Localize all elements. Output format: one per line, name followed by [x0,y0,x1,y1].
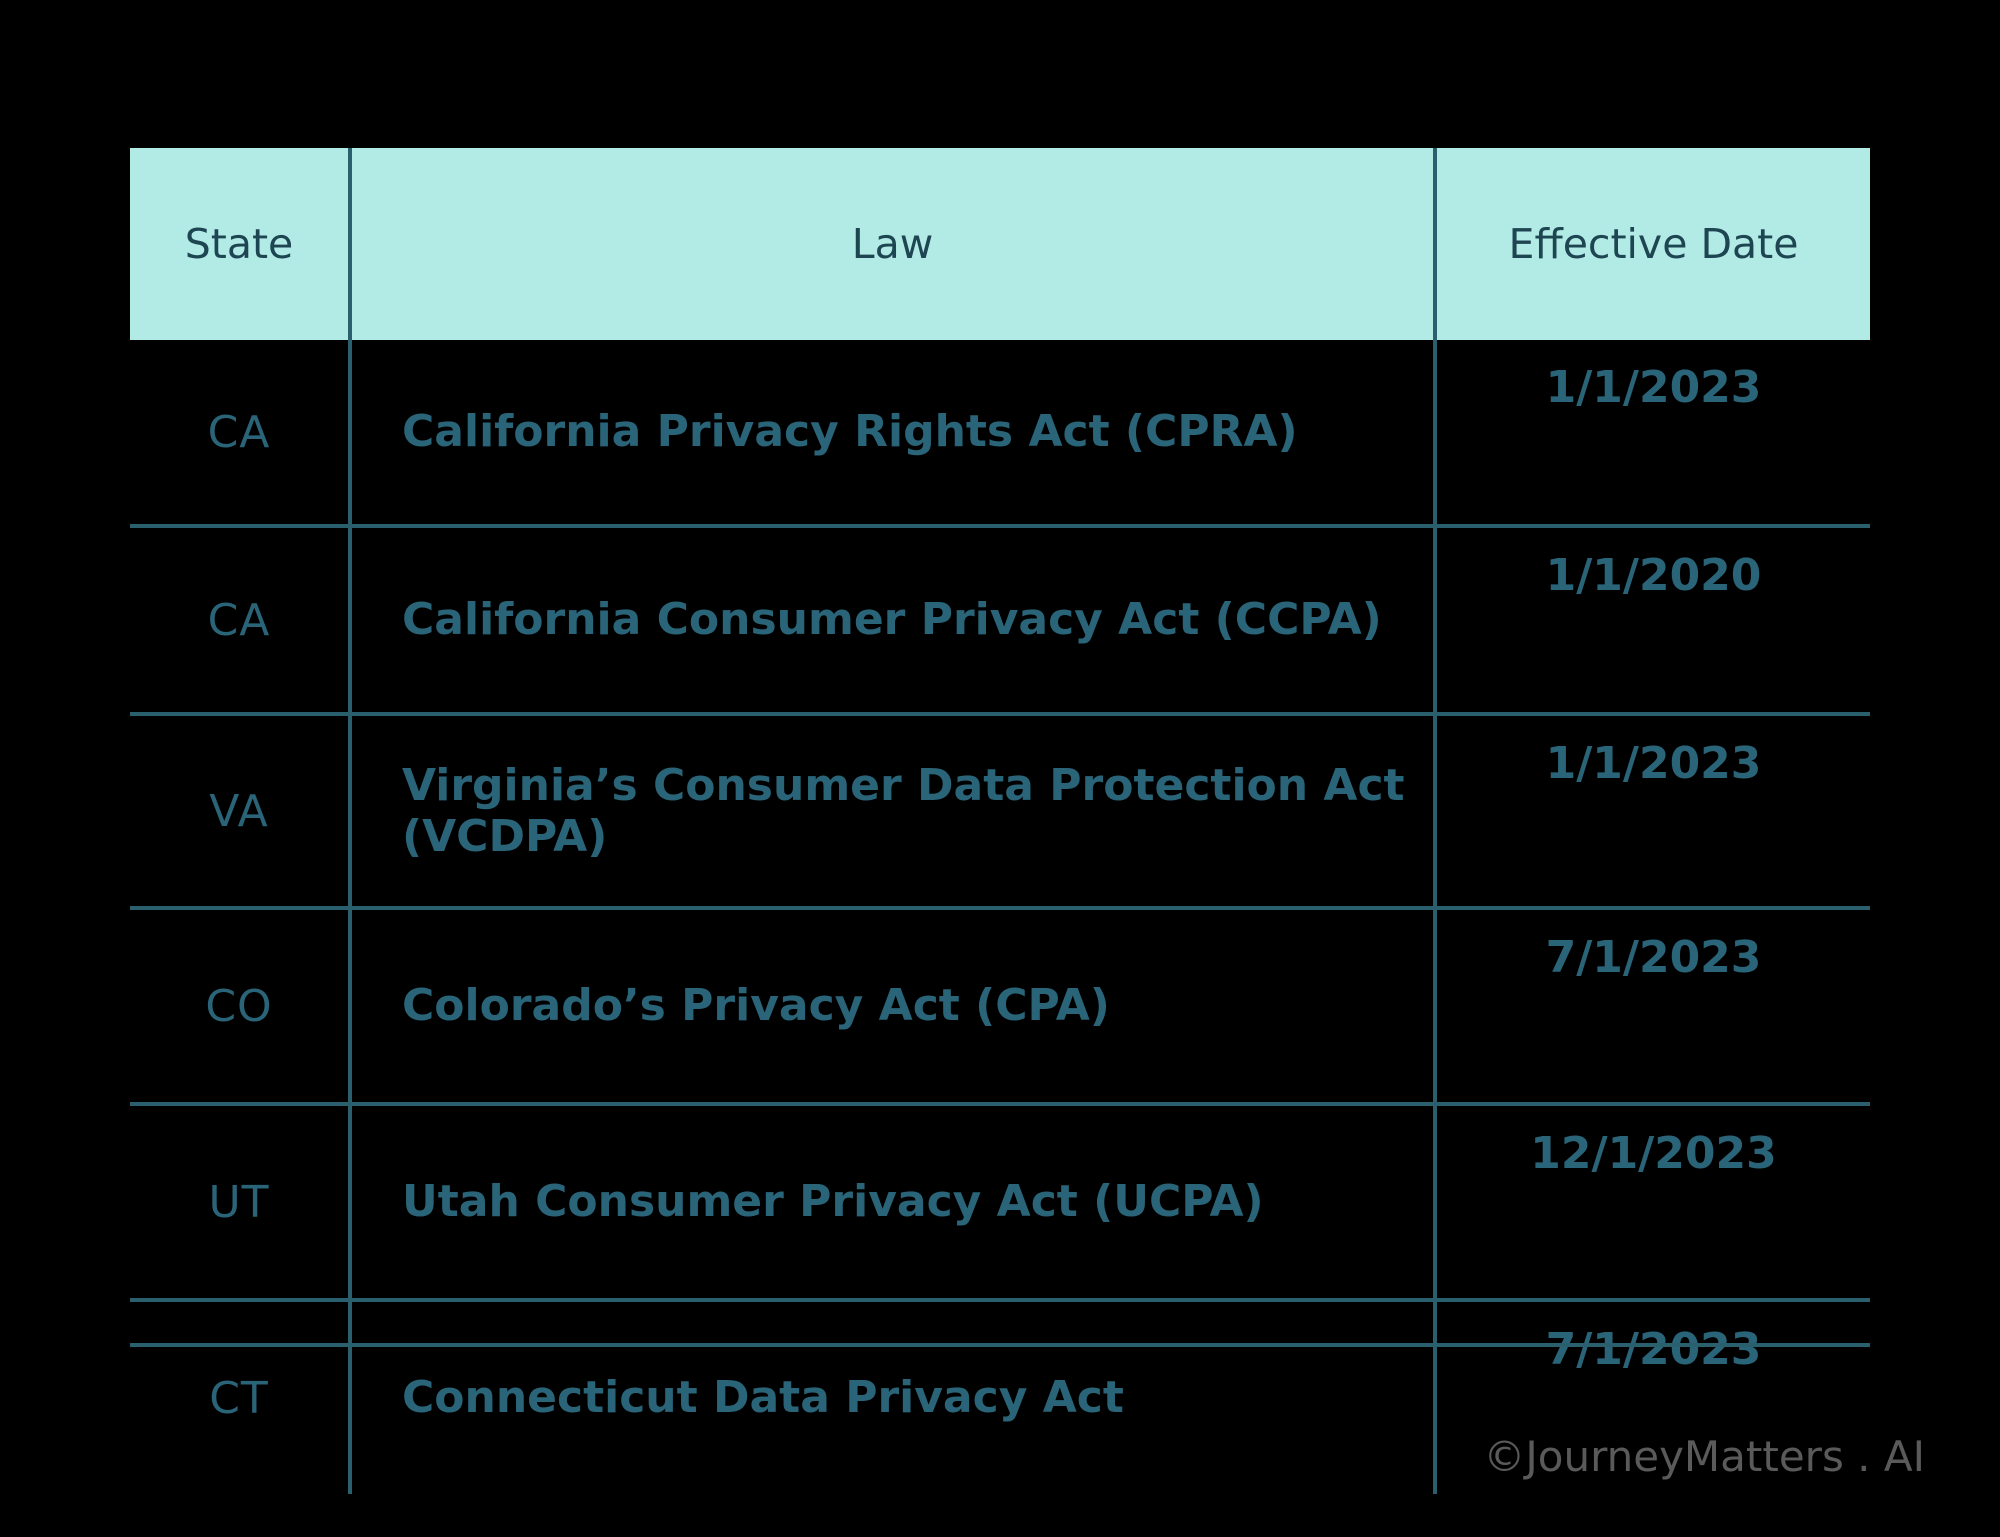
watermark: ©JourneyMatters . AI [1483,1432,1925,1481]
table-row: CO Colorado’s Privacy Act (CPA) 7/1/2023 [130,908,1870,1104]
cell-state: CO [130,908,352,1104]
cell-state: VA [130,714,352,908]
cell-effective-date: 12/1/2023 [1530,1128,1777,1179]
cell-law: California Privacy Rights Act (CPRA) [350,340,1437,526]
cell-state: CA [130,526,352,714]
table-row: CA California Privacy Rights Act (CPRA) … [130,340,1870,526]
table-bottom-border [130,1343,1870,1347]
column-header-effective-date: Effective Date [1435,148,1870,340]
column-header-state: State [130,148,352,340]
cell-effective-date: 1/1/2023 [1545,738,1762,789]
table-body: CA California Privacy Rights Act (CPRA) … [130,340,1870,1494]
privacy-laws-table: State Law Effective Date CA California P… [130,148,1870,1494]
table-row: UT Utah Consumer Privacy Act (UCPA) 12/1… [130,1104,1870,1300]
privacy-laws-table-container: State Law Effective Date CA California P… [130,148,1870,1494]
column-header-law: Law [350,148,1437,340]
table-header: State Law Effective Date [130,148,1870,340]
cell-law: Virginia’s Consumer Data Protection Act … [350,714,1437,908]
cell-state: UT [130,1104,352,1300]
cell-law: Colorado’s Privacy Act (CPA) [350,908,1437,1104]
cell-law: California Consumer Privacy Act (CCPA) [350,526,1437,714]
cell-effective-date: 1/1/2023 [1545,362,1762,413]
table-header-row: State Law Effective Date [130,148,1870,340]
cell-state: CA [130,340,352,526]
cell-effective-date: 7/1/2023 [1545,932,1762,983]
cell-effective-date: 1/1/2020 [1545,550,1762,601]
cell-law: Utah Consumer Privacy Act (UCPA) [350,1104,1437,1300]
table-row: CA California Consumer Privacy Act (CCPA… [130,526,1870,714]
table-row: VA Virginia’s Consumer Data Protection A… [130,714,1870,908]
